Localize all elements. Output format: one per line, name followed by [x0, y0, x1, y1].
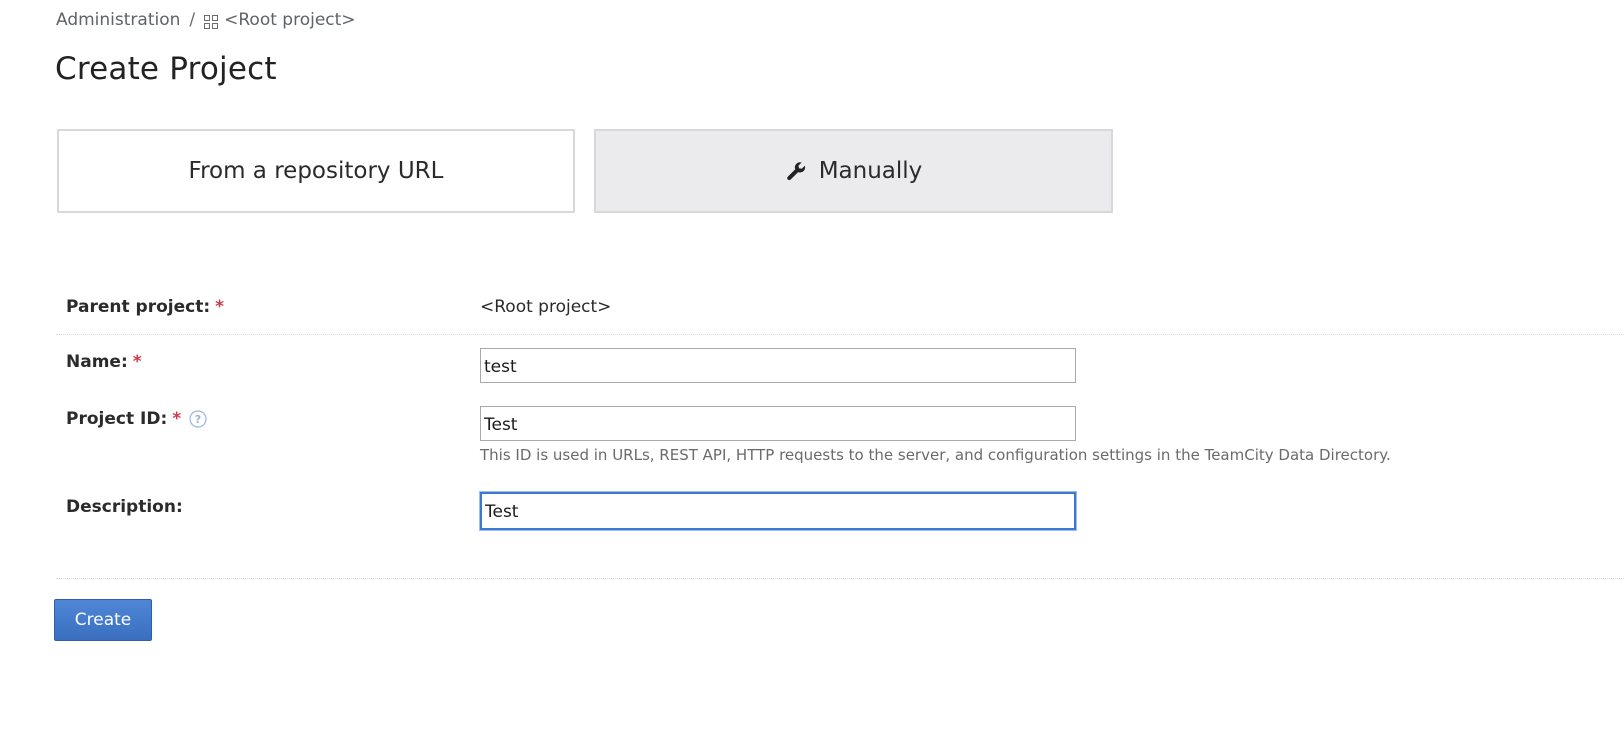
parent-project-value: <Root project> — [480, 297, 612, 317]
from-repository-url-label: From a repository URL — [188, 158, 444, 184]
form-divider — [56, 578, 1624, 579]
manually-label: Manually — [818, 158, 923, 184]
project-id-label-text: Project ID: — [66, 409, 168, 429]
page-title: Create Project — [55, 51, 277, 87]
description-label-text: Description: — [66, 497, 183, 517]
from-repository-url-option[interactable]: From a repository URL — [57, 129, 575, 213]
help-icon[interactable]: ? — [189, 410, 207, 428]
breadcrumb-separator: / — [189, 10, 196, 30]
name-label: Name: * — [66, 352, 142, 372]
project-id-hint: This ID is used in URLs, REST API, HTTP … — [480, 446, 1391, 464]
project-id-input[interactable] — [480, 406, 1076, 441]
create-button[interactable]: Create — [54, 599, 152, 641]
breadcrumb: Administration / <Root project> — [56, 10, 356, 30]
description-input[interactable] — [480, 492, 1076, 530]
name-label-text: Name: — [66, 352, 128, 372]
description-label: Description: — [66, 497, 183, 517]
required-marker: * — [215, 297, 225, 317]
project-id-label: Project ID: * ? — [66, 409, 207, 429]
required-marker: * — [172, 409, 182, 429]
required-marker: * — [132, 352, 142, 372]
wrench-icon — [785, 160, 807, 182]
breadcrumb-administration[interactable]: Administration — [56, 10, 180, 30]
manually-option[interactable]: Manually — [594, 129, 1113, 213]
grid-icon — [204, 14, 219, 29]
parent-project-label-text: Parent project: — [66, 297, 211, 317]
breadcrumb-root-project[interactable]: <Root project> — [224, 10, 355, 30]
row-divider — [56, 334, 1624, 335]
parent-project-label: Parent project: * — [66, 297, 224, 317]
svg-text:?: ? — [195, 413, 201, 426]
name-input[interactable] — [480, 348, 1076, 383]
